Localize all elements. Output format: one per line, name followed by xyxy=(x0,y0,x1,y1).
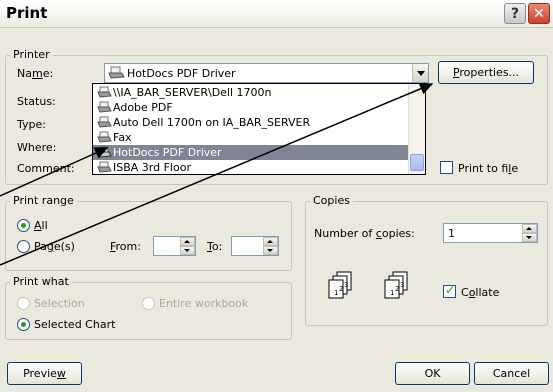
annotation-arrows xyxy=(0,83,434,266)
